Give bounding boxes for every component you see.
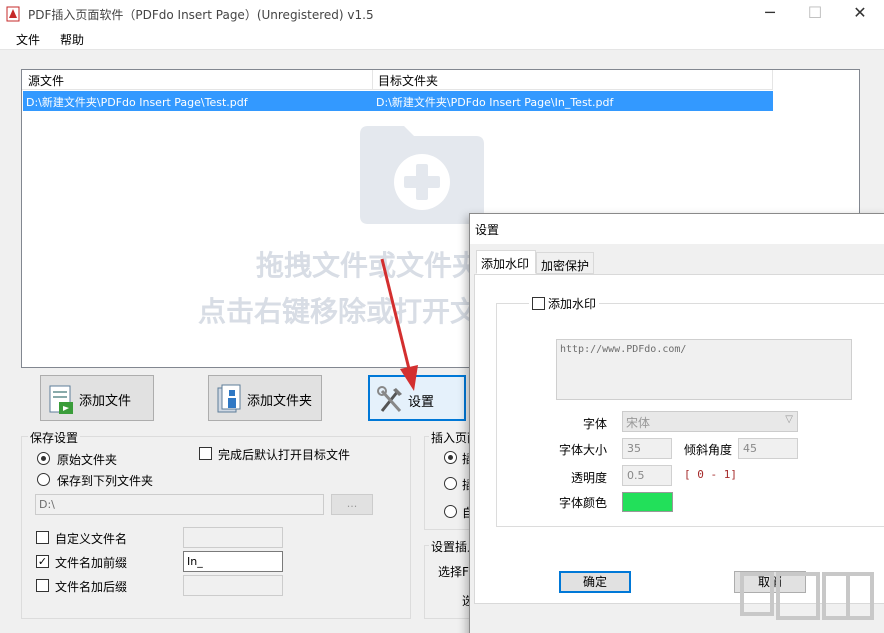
font-select-value: 宋体 [626, 416, 651, 430]
custom-name-checkbox[interactable] [36, 531, 49, 544]
pdf-app-icon [6, 6, 20, 22]
column-header-source[interactable]: 源文件 [28, 72, 64, 89]
font-label: 字体 [582, 417, 607, 431]
original-folder-radio[interactable] [37, 452, 50, 465]
add-suffix-label: 文件名加后缀 [55, 580, 128, 594]
add-folder-button[interactable]: 添加文件夹 [208, 375, 322, 421]
menu-bar: 文件 帮助 [0, 28, 884, 50]
tools-icon [377, 386, 402, 413]
save-to-folder-radio[interactable] [37, 473, 50, 486]
dialog-title: 设置 [475, 223, 500, 237]
settings-label: 设置 [408, 395, 435, 410]
column-divider[interactable] [372, 70, 373, 90]
add-file-icon [49, 385, 73, 414]
title-bar: PDF插入页面软件（PDFdo Insert Page）(Unregistere… [0, 0, 884, 28]
add-prefix-label: 文件名加前缀 [55, 556, 128, 570]
add-watermark-label: 添加水印 [548, 297, 597, 311]
add-watermark-checkbox[interactable] [532, 297, 545, 310]
menu-file[interactable]: 文件 [16, 31, 40, 48]
custom-name-field[interactable] [183, 527, 283, 548]
minimize-button[interactable]: ─ [755, 2, 785, 26]
maximize-button[interactable]: ☐ [800, 2, 830, 26]
font-color-swatch[interactable] [622, 492, 673, 512]
open-after-label: 完成后默认打开目标文件 [218, 448, 351, 462]
font-select[interactable]: 宋体 ▽ [622, 411, 798, 432]
font-color-label: 字体颜色 [558, 496, 607, 510]
custom-name-label: 自定义文件名 [55, 532, 128, 546]
add-suffix-checkbox[interactable] [36, 579, 49, 592]
target-cell: D:\新建文件夹\PDFdo Insert Page\In_Test.pdf [376, 96, 614, 109]
drop-hint-line2: 点击右键移除或打开文件 [198, 295, 507, 328]
original-folder-label: 原始文件夹 [57, 453, 118, 467]
column-header-target[interactable]: 目标文件夹 [378, 72, 438, 89]
font-size-field[interactable]: 35 [622, 438, 672, 459]
close-button[interactable]: ✕ [845, 2, 875, 26]
opacity-range-hint: [ 0 - 1] [684, 468, 737, 481]
table-row[interactable]: D:\新建文件夹\PDFdo Insert Page\Test.pdf D:\新… [23, 91, 773, 111]
column-divider[interactable] [772, 70, 773, 90]
source-cell: D:\新建文件夹\PDFdo Insert Page\Test.pdf [26, 96, 248, 109]
select-file-label: 选择F [438, 565, 469, 579]
save-settings-title: 保存设置 [28, 429, 81, 446]
add-file-label: 添加文件 [79, 394, 132, 409]
list-header: 源文件 目标文件夹 [22, 70, 773, 90]
open-after-checkbox[interactable] [199, 447, 212, 460]
window-title: PDF插入页面软件（PDFdo Insert Page）(Unregistere… [28, 8, 374, 22]
font-size-label: 字体大小 [558, 443, 607, 457]
watermark-group-title: 添加水印 [529, 295, 600, 312]
add-folder-label: 添加文件夹 [247, 394, 313, 409]
tab-encryption[interactable]: 加密保护 [536, 252, 594, 274]
insert-option-3-radio[interactable] [444, 505, 457, 518]
save-to-folder-label: 保存到下列文件夹 [57, 474, 154, 488]
menu-help[interactable]: 帮助 [60, 31, 84, 48]
add-folder-icon [217, 384, 241, 413]
insert-option-1-radio[interactable] [444, 451, 457, 464]
opacity-field[interactable]: 0.5 [622, 465, 672, 486]
tilt-angle-field[interactable]: 45 [738, 438, 798, 459]
suffix-field[interactable] [183, 575, 283, 596]
insert-option-2-radio[interactable] [444, 477, 457, 490]
folder-path-field[interactable]: D:\ [35, 494, 324, 515]
browse-button[interactable]: ... [331, 494, 373, 515]
add-folder-icon [360, 126, 484, 224]
chevron-down-icon: ▽ [785, 414, 793, 425]
ok-button[interactable]: 确定 [559, 571, 631, 593]
opacity-label: 透明度 [570, 471, 607, 485]
tilt-angle-label: 倾斜角度 [683, 443, 732, 457]
watermark-text-field[interactable]: http://www.PDFdo.com/ [556, 339, 852, 400]
settings-dialog: 设置 加密保护 添加水印 加密保护 添加水印 http://www.PDFdo.… [469, 213, 884, 633]
dialog-title-bar: 设置 [470, 214, 884, 244]
cancel-button[interactable]: 取消 [734, 571, 806, 593]
add-file-button[interactable]: 添加文件 [40, 375, 154, 421]
add-prefix-checkbox[interactable]: ✓ [36, 555, 49, 568]
watermark-panel: 添加水印 [474, 274, 884, 604]
tab-add-watermark[interactable]: 添加水印 [476, 250, 536, 274]
prefix-field[interactable]: In_ [183, 551, 283, 572]
settings-button[interactable]: 设置 [368, 375, 466, 421]
